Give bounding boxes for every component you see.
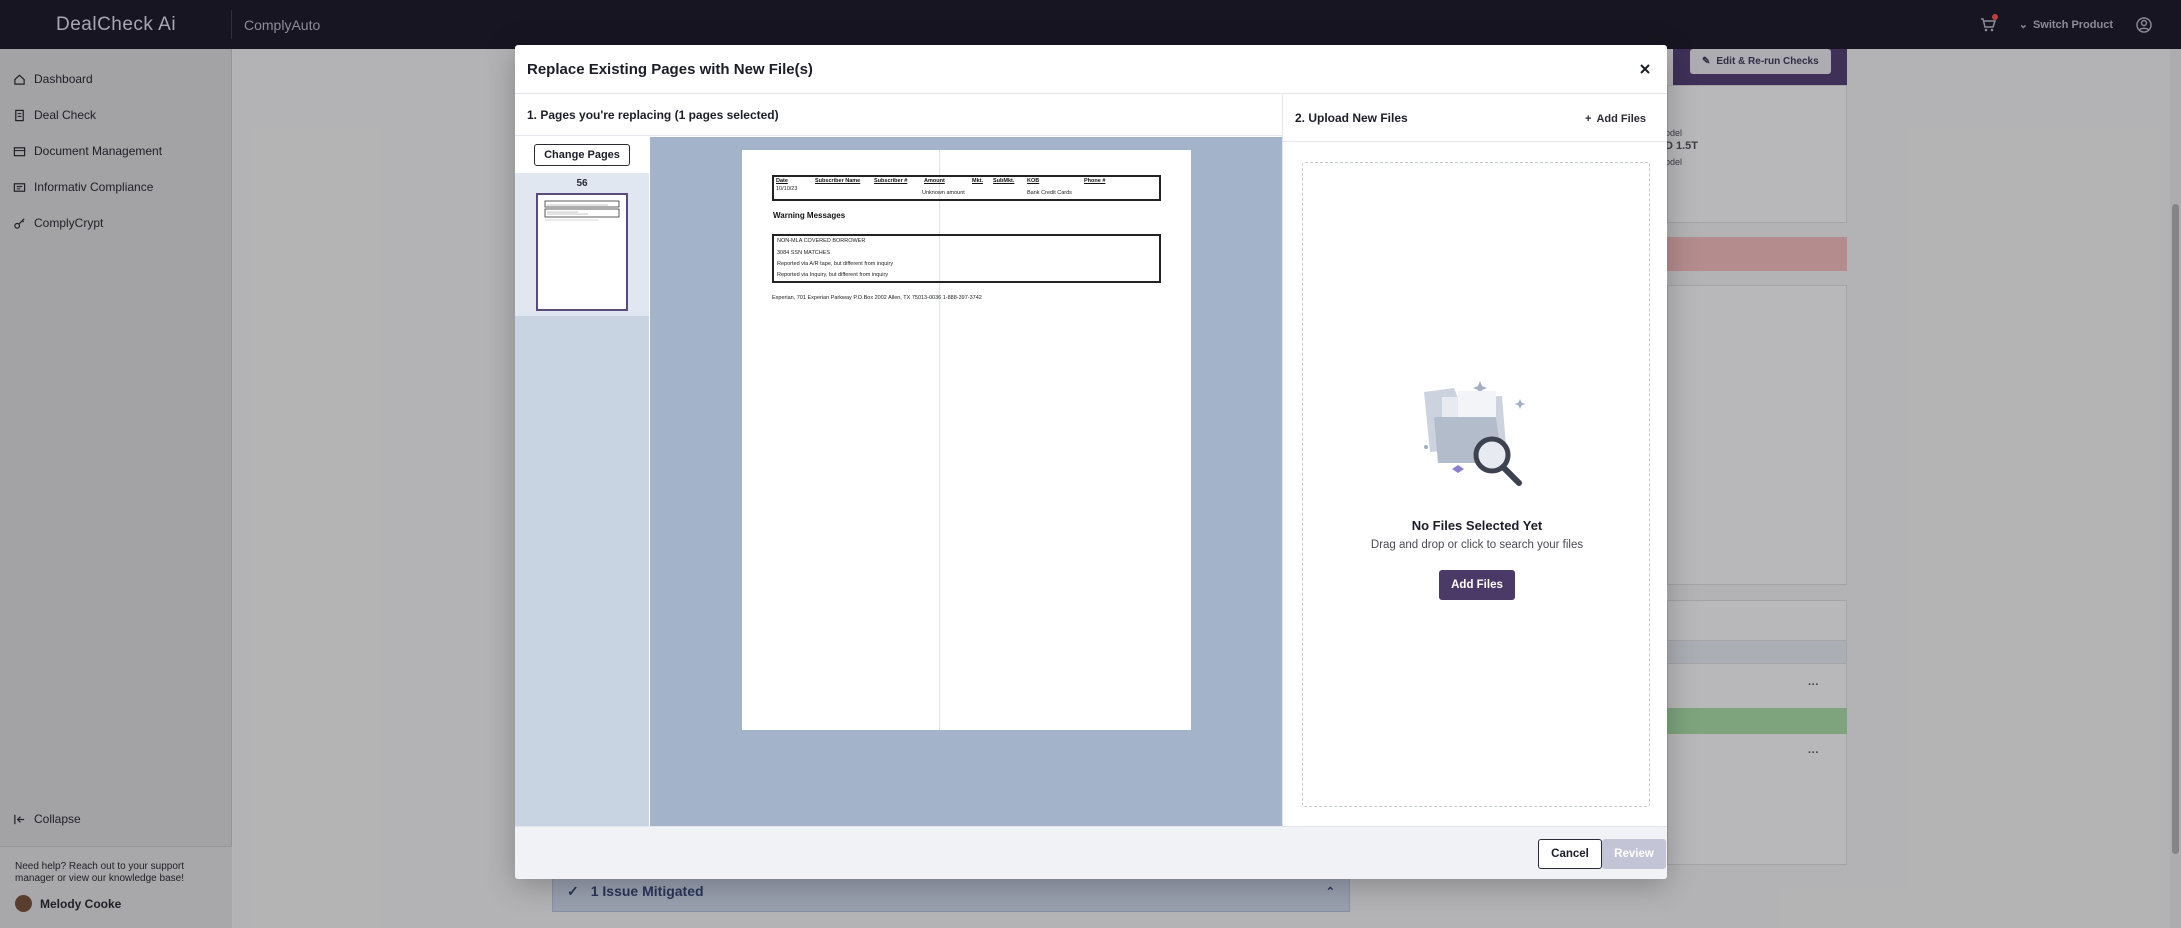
close-icon[interactable] [1637, 61, 1653, 77]
doc-warning-line: 3084 SSN MATCHES [777, 250, 831, 256]
add-files-link-label: Add Files [1596, 112, 1646, 125]
doc-warning-line: Reported via Inquiry, but different from… [777, 272, 889, 278]
doc-col-header: Amount [924, 178, 945, 184]
file-dropzone[interactable]: No Files Selected Yet Drag and drop or c… [1302, 162, 1650, 807]
thumbnail-toolbar: Change Pages [515, 137, 649, 173]
upload-heading: 2. Upload New Files + Add Files [1283, 95, 1667, 142]
doc-col-header: KOB [1027, 178, 1040, 184]
change-pages-button[interactable]: Change Pages [534, 144, 630, 166]
page-thumbnail-image[interactable] [536, 193, 628, 311]
add-files-link[interactable]: + Add Files [1585, 95, 1646, 142]
empty-state-subtitle: Drag and drop or click to search your fi… [1370, 539, 1584, 551]
doc-col-header: Mkt. [972, 178, 983, 184]
upload-heading-label: 2. Upload New Files [1295, 111, 1408, 125]
pages-replacing-panel: 1. Pages you're replacing (1 pages selec… [515, 95, 1282, 826]
modal-title: Replace Existing Pages with New File(s) [527, 60, 813, 78]
add-files-button[interactable]: Add Files [1439, 570, 1515, 600]
page-thumbnail-selected[interactable]: 56 [515, 173, 649, 316]
empty-folder-search-icon [1424, 381, 1525, 486]
doc-footer-text: Experian, 701 Experian Parkway P.O.Box 2… [772, 295, 982, 301]
empty-state-title: No Files Selected Yet [1411, 518, 1543, 533]
doc-col-header: Date [776, 178, 788, 184]
upload-panel: 2. Upload New Files + Add Files No Files… [1282, 95, 1667, 826]
cancel-button[interactable]: Cancel [1538, 839, 1602, 869]
doc-warning-title: Warning Messages [773, 211, 846, 220]
doc-warning-line: Reported via A/R tape, but different fro… [777, 261, 894, 267]
doc-col-header: Subscriber # [874, 178, 908, 184]
doc-col-header: SubMkt. [993, 178, 1015, 184]
review-button[interactable]: Review [1602, 839, 1666, 869]
page-thumbnail-list[interactable]: Change Pages 56 [515, 137, 649, 826]
page-preview: Date Subscriber Name Subscriber # Amount… [650, 137, 1282, 826]
doc-row-date: 10/10/23 [776, 186, 798, 192]
modal-footer: Cancel Review [515, 826, 1667, 879]
plus-icon: + [1585, 112, 1592, 125]
doc-col-header: Subscriber Name [815, 178, 861, 184]
page-number: 56 [576, 178, 588, 189]
doc-warning-line: NON-MLA COVERED BORROWER [777, 238, 866, 244]
doc-row-amount: Unknown amount [922, 190, 965, 196]
doc-row-kob: Bank Credit Cards [1027, 190, 1072, 196]
doc-col-header: Phone # [1084, 178, 1106, 184]
pages-replacing-heading: 1. Pages you're replacing (1 pages selec… [515, 95, 1282, 136]
replace-pages-modal: Replace Existing Pages with New File(s) … [515, 45, 1667, 879]
document-page: Date Subscriber Name Subscriber # Amount… [742, 150, 1191, 730]
modal-header: Replace Existing Pages with New File(s) [515, 45, 1667, 94]
